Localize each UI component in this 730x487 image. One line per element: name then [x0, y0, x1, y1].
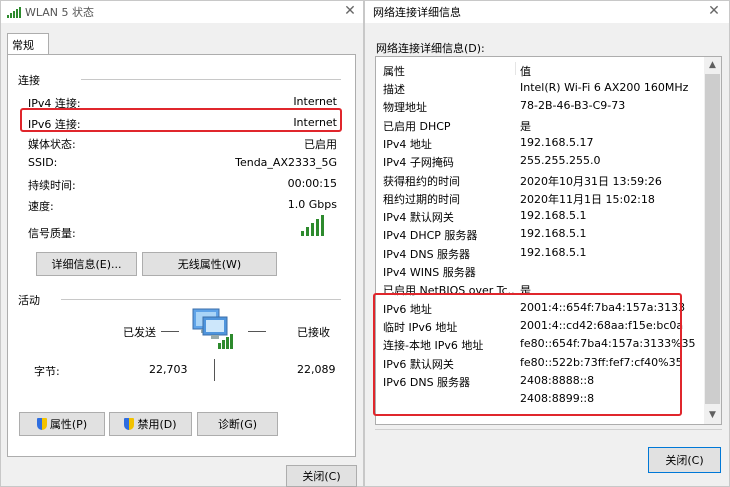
list-item-value: 192.168.5.17 [520, 135, 594, 149]
disable-button-label: 禁用(D) [137, 418, 177, 431]
column-header-property[interactable]: 属性 [383, 63, 515, 79]
properties-button[interactable]: 属性(P) [19, 412, 105, 436]
list-item-value: 78-2B-46-B3-C9-73 [520, 99, 626, 113]
right-close-button[interactable]: 关闭(C) [648, 447, 721, 473]
disable-button[interactable]: 禁用(D) [109, 412, 192, 436]
list-item[interactable]: 物理地址 78-2B-46-B3-C9-73 [376, 96, 706, 114]
ssid-label: SSID: [28, 156, 58, 169]
tab-general[interactable]: 常规 [7, 33, 49, 55]
speed-label: 速度: [28, 200, 54, 213]
list-item[interactable]: 描述 Intel(R) Wi-Fi 6 AX200 160MHz [376, 78, 706, 96]
signal-bars-icon [301, 215, 324, 236]
left-close-icon[interactable]: ✕ [343, 3, 357, 19]
wireless-properties-button[interactable]: 无线属性(W) [142, 252, 277, 276]
received-label: 已接收 [297, 326, 330, 339]
list-item[interactable]: IPv4 地址 192.168.5.17 [376, 133, 706, 151]
right-close-icon[interactable]: ✕ [707, 3, 721, 19]
list-item-property: IPv4 子网掩码 [383, 156, 454, 170]
scroll-down-icon[interactable]: ▼ [704, 407, 721, 424]
list-item[interactable]: 租约过期的时间 2020年11月1日 15:02:18 [376, 188, 706, 206]
list-item-property: IPv4 地址 [383, 137, 432, 151]
list-item-value: 2020年10月31日 13:59:26 [520, 174, 662, 188]
list-item[interactable]: 获得租约的时间 2020年10月31日 13:59:26 [376, 170, 706, 188]
connection-header: 连接 [18, 74, 40, 87]
left-titlebar: WLAN 5 状态 ✕ [1, 1, 363, 23]
list-item-value: Intel(R) Wi-Fi 6 AX200 160MHz [520, 81, 689, 94]
list-item[interactable]: IPv4 子网掩码 255.255.255.0 [376, 151, 706, 169]
list-item-value: 2020年11月1日 15:02:18 [520, 192, 655, 206]
list-item-property: IPv4 DNS 服务器 [383, 247, 471, 261]
activity-divider [61, 299, 341, 300]
shield-icon [36, 418, 47, 430]
bytes-label: 字节: [34, 365, 60, 378]
received-line [248, 331, 266, 332]
list-item[interactable]: IPv4 DNS 服务器 192.168.5.1 [376, 243, 706, 261]
list-item-property: 描述 [383, 83, 405, 96]
sent-label: 已发送 [123, 326, 156, 339]
speed-value: 1.0 Gbps [287, 198, 337, 211]
details-button[interactable]: 详细信息(E)... [36, 252, 137, 276]
scroll-up-icon[interactable]: ▲ [704, 57, 721, 74]
wlan-status-window: WLAN 5 状态 ✕ 常规 连接 IPv4 连接: Internet IPv6… [0, 0, 364, 487]
sent-line [161, 331, 179, 332]
scrollbar-thumb[interactable] [705, 74, 720, 404]
bytes-sent-value: 22,703 [149, 363, 188, 376]
bytes-received-value: 22,089 [297, 363, 336, 376]
list-item-property: IPv4 默认网关 [383, 211, 454, 225]
left-window-title: WLAN 5 状态 [25, 6, 95, 19]
network-computers-icon [192, 308, 233, 349]
signal-quality-label: 信号质量: [28, 227, 76, 240]
list-item-value: 192.168.5.1 [520, 227, 587, 241]
media-state-label: 媒体状态: [28, 138, 76, 151]
list-item[interactable]: IPv4 WINS 服务器 [376, 261, 706, 279]
bottom-divider [375, 429, 722, 430]
right-window-title: 网络连接详细信息 [373, 6, 461, 19]
connection-divider [81, 79, 341, 80]
details-list-label: 网络连接详细信息(D): [376, 42, 485, 55]
left-close-button[interactable]: 关闭(C) [286, 465, 357, 487]
right-titlebar: 网络连接详细信息 ✕ [365, 1, 729, 23]
ipv6-connection-highlight [20, 108, 342, 132]
ipv6-details-highlight [373, 293, 682, 416]
ssid-value: Tenda_AX2333_5G [235, 156, 337, 169]
wifi-signal-icon [7, 6, 21, 18]
vertical-scrollbar[interactable]: ▲ ▼ [704, 57, 721, 424]
list-item-value: 是 [520, 119, 531, 133]
shield-icon [124, 418, 135, 430]
column-header-value[interactable]: 值 [520, 63, 531, 79]
list-item-property: 已启用 DHCP [383, 119, 451, 133]
list-item[interactable]: IPv4 默认网关 192.168.5.1 [376, 206, 706, 224]
list-item-property: IPv4 DHCP 服务器 [383, 229, 478, 243]
duration-value: 00:00:15 [287, 177, 337, 190]
list-item-value: 255.255.255.0 [520, 154, 601, 168]
list-item[interactable]: 已启用 DHCP 是 [376, 115, 706, 133]
list-item-property: IPv4 WINS 服务器 [383, 266, 476, 279]
list-item-value: 192.168.5.1 [520, 245, 587, 259]
list-item-property: 获得租约的时间 [383, 174, 460, 188]
list-item-value: 192.168.5.1 [520, 209, 587, 223]
list-item[interactable]: IPv4 DHCP 服务器 192.168.5.1 [376, 224, 706, 242]
properties-button-label: 属性(P) [49, 418, 88, 431]
ipv4-connection-value: Internet [293, 95, 337, 108]
media-state-value: 已启用 [304, 138, 337, 151]
list-item-property: 租约过期的时间 [383, 192, 460, 206]
duration-label: 持续时间: [28, 179, 76, 192]
list-header-row: 属性 值 [376, 60, 706, 78]
list-item-property: 物理地址 [383, 101, 427, 115]
diagnose-button[interactable]: 诊断(G) [197, 412, 278, 436]
activity-header: 活动 [18, 294, 40, 307]
bytes-divider [214, 359, 215, 381]
column-separator[interactable] [515, 62, 516, 75]
